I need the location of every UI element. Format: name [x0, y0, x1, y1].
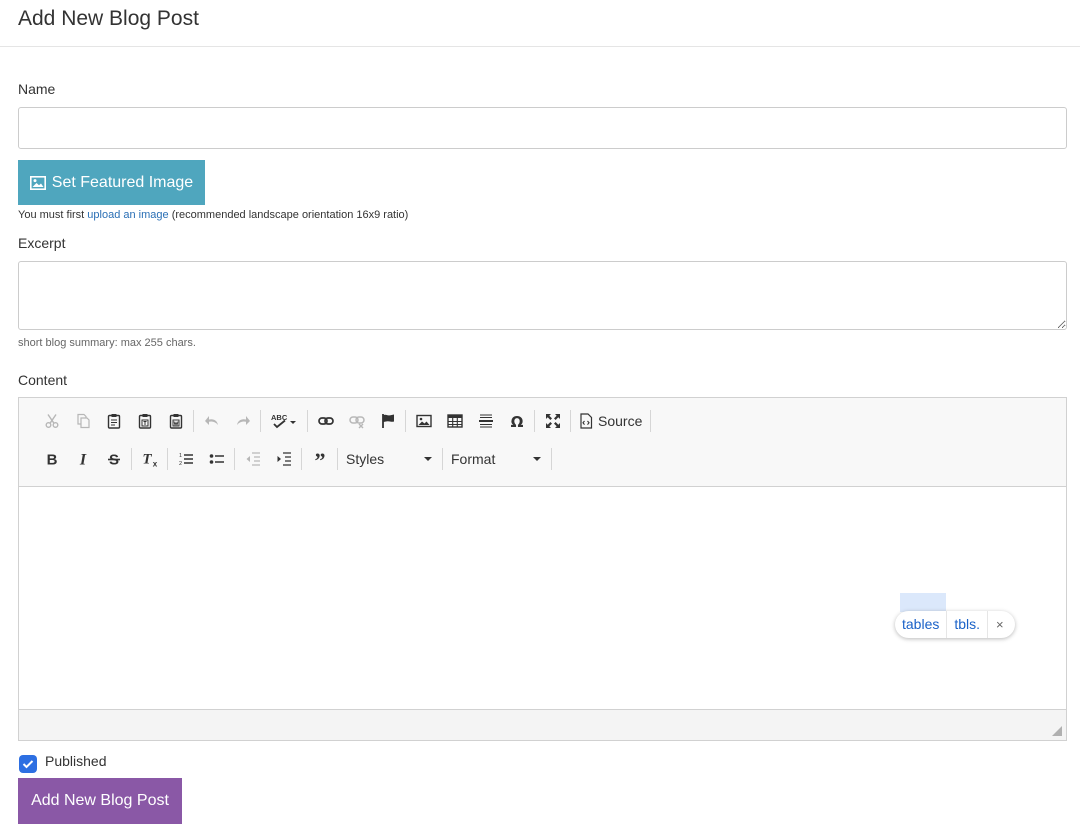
toolbar-separator [442, 448, 443, 470]
svg-text:Ω: Ω [510, 413, 523, 429]
indent-icon[interactable] [268, 446, 299, 472]
toolbar-separator [650, 410, 652, 432]
toolbar-row-2: B I S Tx 12 ” Styles Format [36, 445, 554, 473]
svg-text:x: x [152, 460, 157, 468]
source-button[interactable]: Source [573, 408, 648, 434]
editor-toolbar: ABC Ω Source B I S T x 1 2 ” Styles Form… [19, 398, 1066, 487]
source-label: Source [598, 413, 643, 429]
upload-image-link[interactable]: upload an image [87, 209, 168, 221]
styles-label: Styles [346, 451, 385, 467]
svg-text:ABC: ABC [271, 413, 288, 422]
numbered-list-icon[interactable]: 12 [170, 446, 201, 472]
chevron-down-icon [424, 457, 432, 461]
outdent-icon[interactable] [237, 446, 268, 472]
bulleted-list-icon[interactable] [201, 446, 232, 472]
format-dropdown[interactable]: Format [445, 446, 549, 472]
suggestion-item[interactable]: tbls. [947, 611, 987, 638]
excerpt-textarea[interactable] [18, 261, 1067, 330]
content-label: Content [18, 372, 68, 388]
svg-text:”: ” [314, 451, 325, 467]
spellcheck-icon[interactable]: ABC [263, 408, 305, 434]
styles-dropdown[interactable]: Styles [340, 446, 440, 472]
add-new-blog-post-button[interactable]: Add New Blog Post [18, 778, 182, 824]
toolbar-separator [534, 410, 535, 432]
name-label: Name [18, 81, 56, 97]
name-input[interactable] [18, 107, 1067, 149]
excerpt-label: Excerpt [18, 235, 66, 251]
anchor-flag-icon[interactable] [372, 408, 403, 434]
help-prefix: You must first [18, 209, 85, 221]
redo-icon[interactable] [227, 408, 258, 434]
published-checkbox[interactable] [19, 755, 37, 773]
editor-status-bar [19, 709, 1066, 740]
source-code-icon [579, 413, 593, 429]
link-icon[interactable] [310, 408, 341, 434]
blockquote-icon[interactable]: ” [304, 446, 335, 472]
svg-text:2: 2 [179, 461, 182, 467]
resize-handle-icon[interactable] [1052, 726, 1062, 736]
toolbar-separator [234, 448, 235, 470]
paste-icon[interactable] [98, 408, 129, 434]
insert-image-icon[interactable] [408, 408, 439, 434]
format-label: Format [451, 451, 496, 467]
toolbar-separator [301, 448, 302, 470]
toolbar-separator [405, 410, 406, 432]
svg-text:I: I [78, 452, 86, 468]
copy-icon[interactable] [67, 408, 98, 434]
bold-icon[interactable]: B [36, 446, 67, 472]
set-featured-image-label: Set Featured Image [51, 173, 194, 191]
suggestion-item[interactable]: tables [895, 611, 946, 638]
image-icon [29, 175, 46, 190]
page-title: Add New Blog Post [18, 7, 199, 30]
italic-icon[interactable]: I [67, 446, 98, 472]
selection-highlight [900, 593, 946, 612]
toolbar-separator [131, 448, 132, 470]
unlink-icon[interactable] [341, 408, 372, 434]
checkmark-icon [22, 760, 34, 769]
rich-text-editor: ABC Ω Source B I S T x 1 2 ” Styles Form… [18, 397, 1067, 741]
maximize-icon[interactable] [537, 408, 568, 434]
published-label: Published [45, 753, 107, 769]
set-featured-image-button[interactable]: Set Featured Image [18, 160, 205, 205]
paste-text-icon[interactable] [129, 408, 160, 434]
excerpt-hint: short blog summary: max 255 chars. [18, 337, 196, 349]
strikethrough-icon[interactable]: S [98, 446, 129, 472]
toolbar-separator [307, 410, 308, 432]
toolbar-separator [551, 448, 552, 470]
close-icon[interactable]: × [988, 617, 1015, 632]
toolbar-separator [260, 410, 261, 432]
svg-text:1: 1 [179, 453, 182, 459]
toolbar-separator [167, 448, 168, 470]
help-suffix: (recommended landscape orientation 16x9 … [171, 209, 409, 221]
special-char-omega-icon[interactable]: Ω [501, 408, 532, 434]
horizontal-line-icon[interactable] [470, 408, 501, 434]
remove-format-icon[interactable]: Tx [134, 446, 165, 472]
toolbar-separator [570, 410, 571, 432]
table-icon[interactable] [439, 408, 470, 434]
page-header: Add New Blog Post [0, 0, 1080, 47]
toolbar-separator [193, 410, 194, 432]
svg-text:B: B [46, 452, 57, 468]
paste-word-icon[interactable] [160, 408, 191, 434]
spell-suggestion-popup: tables tbls. × [895, 611, 1015, 638]
featured-image-help: You must first upload an image (recommen… [18, 209, 408, 221]
toolbar-row-1: ABC Ω Source [36, 407, 653, 435]
chevron-down-icon [533, 457, 541, 461]
toolbar-separator [337, 448, 338, 470]
cut-icon[interactable] [36, 408, 67, 434]
svg-text:T: T [142, 452, 152, 468]
undo-icon[interactable] [196, 408, 227, 434]
